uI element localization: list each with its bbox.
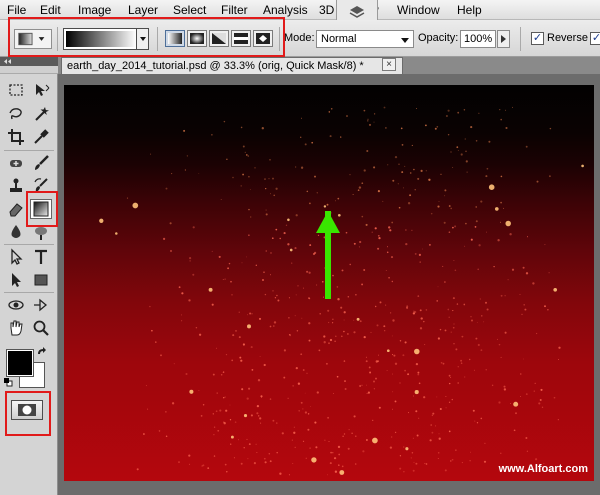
watermark: www.Alfoart.com [498, 463, 588, 475]
eraser-tool[interactable] [5, 199, 27, 219]
type-icon [35, 249, 47, 264]
reverse-checkbox[interactable]: ✓ [531, 32, 544, 45]
opacity-input[interactable]: 100% [460, 30, 496, 48]
move-tool[interactable] [30, 80, 52, 100]
zoom-tool[interactable] [30, 318, 52, 338]
marquee-tool[interactable] [5, 80, 27, 100]
chevron-right-icon [501, 35, 506, 43]
healing-brush-icon [10, 160, 22, 167]
3d-rotate-icon [8, 300, 24, 310]
close-tab-button[interactable]: × [382, 58, 396, 71]
foreground-color-swatch[interactable] [6, 349, 34, 377]
collapse-icon [4, 59, 11, 64]
blur-icon [11, 225, 21, 238]
lasso-icon [9, 108, 22, 120]
menu-edit[interactable]: Edit [40, 3, 61, 17]
marquee-icon [9, 84, 23, 96]
eraser-icon [9, 203, 23, 217]
document-tab-title: earth_day_2014_tutorial.psd @ 33.3% (ori… [67, 60, 364, 72]
tools-panel-grip[interactable] [0, 66, 58, 74]
direct-selection-tool[interactable] [5, 270, 27, 290]
photoshop-window: File Edit Image Layer Select Filter Anal… [0, 0, 600, 495]
dither-checkbox[interactable]: ✓ [590, 32, 600, 45]
separator [4, 244, 54, 245]
annotation-highlight-quick-mask [5, 391, 51, 436]
brush-tool[interactable] [30, 153, 52, 173]
rectangle-tool[interactable] [30, 270, 52, 290]
mode-value: Normal [321, 33, 357, 45]
eyedropper-tool[interactable] [30, 127, 52, 147]
menu-select[interactable]: Select [173, 3, 206, 17]
magic-wand-tool[interactable] [30, 104, 52, 124]
separator [4, 292, 54, 293]
menu-image[interactable]: Image [78, 3, 111, 17]
path-selection-icon [11, 248, 23, 265]
document-tab[interactable]: earth_day_2014_tutorial.psd @ 33.3% (ori… [61, 57, 403, 74]
opacity-value: 100% [464, 33, 493, 45]
annotation-highlight-gradient-tool [26, 191, 58, 227]
menu-layer[interactable]: Layer [128, 3, 158, 17]
document-tab-strip: earth_day_2014_tutorial.psd @ 33.3% (ori… [58, 57, 600, 74]
hand-icon [10, 320, 23, 336]
healing-brush-tool[interactable] [5, 153, 27, 173]
opacity-label: Opacity: [418, 32, 459, 44]
mode-select[interactable]: Normal [316, 30, 414, 48]
reverse-label: Reverse [547, 32, 588, 44]
blur-tool[interactable] [5, 222, 27, 242]
lasso-tool[interactable] [5, 104, 27, 124]
canvas-area: www.Alfoart.com [58, 74, 600, 495]
menu-filter[interactable]: Filter [221, 3, 248, 17]
annotation-highlight-options [8, 17, 285, 57]
chevron-down-icon [401, 38, 409, 43]
menu-file[interactable]: File [7, 3, 26, 17]
layers-icon [349, 5, 365, 18]
type-tool[interactable] [30, 247, 52, 267]
crop-tool[interactable] [5, 127, 27, 147]
3d-orbit-tool[interactable] [30, 295, 52, 315]
swap-colors-icon[interactable] [36, 346, 48, 358]
brush-icon [35, 155, 49, 170]
menu-analysis[interactable]: Analysis [263, 3, 308, 17]
3d-orbit-icon [34, 298, 48, 312]
hand-tool[interactable] [5, 318, 27, 338]
path-selection-tool[interactable] [5, 247, 27, 267]
separator [520, 27, 521, 51]
crop-icon [8, 129, 24, 145]
mode-label: Mode: [284, 32, 315, 44]
clone-stamp-tool[interactable] [5, 176, 27, 196]
magic-wand-icon [35, 107, 49, 121]
zoom-icon [33, 320, 49, 336]
document-canvas[interactable]: www.Alfoart.com [64, 85, 594, 481]
clone-stamp-icon [10, 178, 22, 192]
separator [4, 150, 54, 151]
default-colors-icon[interactable] [3, 377, 13, 387]
menu-3d[interactable]: 3D [319, 3, 334, 17]
menu-help[interactable]: Help [457, 3, 482, 17]
rectangle-icon [34, 274, 48, 286]
close-icon: × [386, 59, 392, 70]
green-arrow [316, 211, 340, 299]
tools-panel-header[interactable] [0, 57, 58, 66]
eyedropper-icon [34, 129, 49, 144]
move-icon [36, 84, 50, 96]
menu-window[interactable]: Window [397, 3, 440, 17]
direct-selection-icon [12, 273, 21, 287]
opacity-slider-button[interactable] [497, 30, 510, 48]
3d-rotate-tool[interactable] [5, 295, 27, 315]
